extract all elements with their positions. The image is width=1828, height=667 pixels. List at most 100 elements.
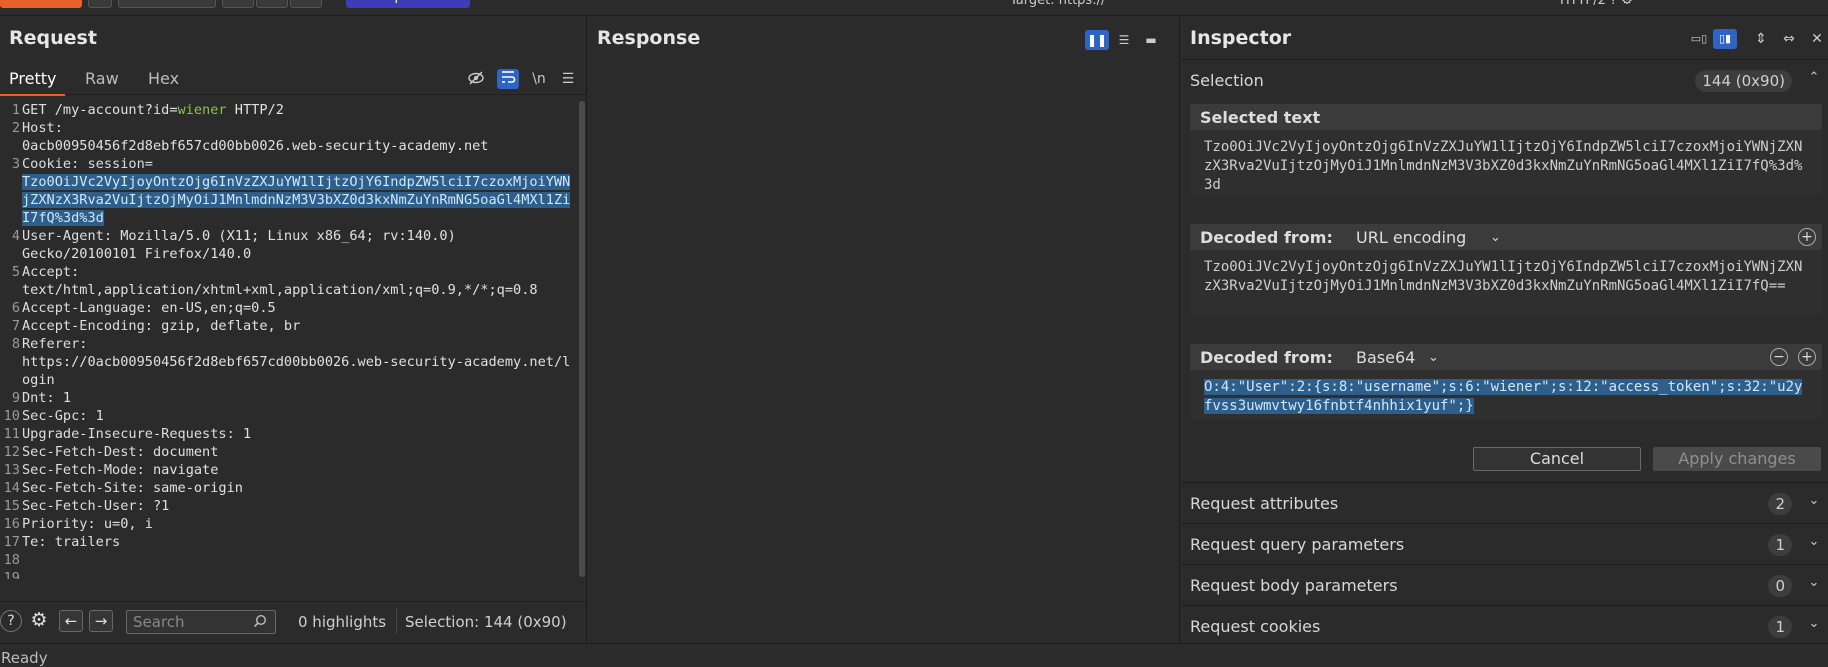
editor-line[interactable]: 9Dnt: 1 xyxy=(0,389,578,407)
cancel-button[interactable]: Cancel xyxy=(1473,447,1641,471)
editor-line[interactable]: 13Sec-Fetch-Mode: navigate xyxy=(0,461,578,479)
line-number: 1 xyxy=(0,101,22,119)
editor-line[interactable]: 7Accept-Encoding: gzip, deflate, br xyxy=(0,317,578,335)
chevron-down-icon-2[interactable]: ⌄ xyxy=(1428,350,1439,365)
search-prev-button[interactable]: ← xyxy=(59,610,83,632)
code-token: navigate xyxy=(153,462,218,478)
selection-label: Selection xyxy=(1190,71,1264,90)
apply-changes-button[interactable]: Apply changes xyxy=(1653,447,1821,471)
add-decoding-icon[interactable]: + xyxy=(1798,228,1816,246)
word-wrap-icon[interactable] xyxy=(497,69,519,89)
chevron-down-icon[interactable]: ⌄ xyxy=(1806,616,1822,631)
editor-line[interactable]: 5Accept: text/html,application/xhtml+xml… xyxy=(0,263,578,299)
editor-line[interactable]: 15Sec-Fetch-User: ?1 xyxy=(0,497,578,515)
toolbar-right-controls[interactable]: HTTP/2 ? ⚙ xyxy=(1560,0,1633,8)
decoding-select-base64[interactable]: Base64 xyxy=(1356,348,1415,367)
search-next-button[interactable]: → xyxy=(89,610,113,632)
editor-line[interactable]: 6Accept-Language: en-US,en;q=0.5 xyxy=(0,299,578,317)
editor-line[interactable]: 12Sec-Fetch-Dest: document xyxy=(0,443,578,461)
editor-scrollbar[interactable] xyxy=(578,101,586,579)
request-bottom-bar: ? ⚙ ← → 0 highlights Selection: 144 (0x9… xyxy=(0,601,587,637)
close-icon[interactable]: ✕ xyxy=(1807,29,1827,49)
tab-pretty[interactable]: Pretty xyxy=(9,69,56,88)
request-query-parameters-section[interactable]: Request query parameters 1 ⌄ xyxy=(1181,523,1828,563)
selected-text-label: Selected text xyxy=(1200,108,1320,127)
selected-text-value[interactable]: Tzo0OiJVc2VyIjoyOntzOjg6InVzZXJuYW1lIjtz… xyxy=(1190,130,1822,194)
decoded-url-header: Decoded from: URL encoding ⌄ + xyxy=(1190,224,1822,250)
line-number: 16 xyxy=(0,515,22,533)
expand-all-icon[interactable]: ⇕ xyxy=(1751,29,1771,49)
line-number: 3 xyxy=(0,155,22,227)
inspector-layout-toggle: ▭▯ ▯▮ xyxy=(1687,29,1739,49)
split-rows-icon[interactable]: ☰ xyxy=(1112,30,1136,50)
editor-line[interactable]: 14Sec-Fetch-Site: same-origin xyxy=(0,479,578,497)
editor-line[interactable]: 10Sec-Gpc: 1 xyxy=(0,407,578,425)
response-panel: Response ❚❚ ☰ ▬ xyxy=(588,17,1180,643)
cancel-request-button[interactable]: Cancel xyxy=(118,0,216,8)
decoded-from-label-2: Decoded from: xyxy=(1200,348,1333,367)
code-token: Referer: xyxy=(22,336,87,352)
collapse-all-icon[interactable]: ⇔ xyxy=(1779,29,1799,49)
editor-line[interactable]: 4User-Agent: Mozilla/5.0 (X11; Linux x86… xyxy=(0,227,578,263)
code-token: GET /my-account?id= xyxy=(22,102,178,118)
chevron-down-icon[interactable]: ⌄ xyxy=(1490,230,1501,245)
history-dropdown-button[interactable]: ▾ xyxy=(290,0,322,8)
send-button[interactable]: Send xyxy=(0,0,82,8)
line-content: Sec-Fetch-Mode: navigate xyxy=(22,461,578,479)
settings-gear-icon[interactable]: ⚙ xyxy=(88,0,112,8)
hide-nonprintable-icon[interactable] xyxy=(465,69,487,89)
inspector-layout-left-icon[interactable]: ▭▯ xyxy=(1687,29,1711,49)
line-number: 5 xyxy=(0,263,22,299)
code-token: trailers xyxy=(55,534,120,550)
tab-raw[interactable]: Raw xyxy=(85,69,119,88)
editor-line[interactable]: 18 xyxy=(0,551,578,569)
decoded-base64-value[interactable]: O:4:"User":2:{s:8:"username";s:6:"wiener… xyxy=(1190,370,1822,420)
editor-line[interactable]: 16Priority: u=0, i xyxy=(0,515,578,533)
inspector-layout-right-icon[interactable]: ▯▮ xyxy=(1713,29,1737,49)
decoded-base64-text: O:4:"User":2:{s:8:"username";s:6:"wiener… xyxy=(1204,379,1802,414)
editor-line[interactable]: 1GET /my-account?id=wiener HTTP/2 xyxy=(0,101,578,119)
decoding-select-url[interactable]: URL encoding xyxy=(1356,228,1466,247)
request-attributes-section[interactable]: Request attributes 2 ⌄ xyxy=(1181,482,1828,522)
menu-icon[interactable]: ☰ xyxy=(557,69,579,89)
request-body-parameters-section[interactable]: Request body parameters 0 ⌄ xyxy=(1181,564,1828,604)
editor-line[interactable]: 2Host: 0acb00950456f2d8ebf657cd00bb0026.… xyxy=(0,119,578,155)
line-number: 13 xyxy=(0,461,22,479)
chevron-up-icon[interactable]: ⌃ xyxy=(1806,70,1822,85)
burp-ai-button[interactable]: ✦ Burp AI xyxy=(346,0,470,8)
request-editor[interactable]: 1GET /my-account?id=wiener HTTP/22Host: … xyxy=(0,101,578,579)
chevron-down-icon[interactable]: ⌄ xyxy=(1806,493,1822,508)
help-icon[interactable]: ? xyxy=(0,610,22,632)
line-number: 4 xyxy=(0,227,22,263)
editor-line[interactable]: 8Referer: https://0acb00950456f2d8ebf657… xyxy=(0,335,578,389)
search-box xyxy=(126,610,276,634)
editor-line[interactable]: 3Cookie: session= Tzo0OiJVc2VyIjoyOntzOj… xyxy=(0,155,578,227)
tab-hex[interactable]: Hex xyxy=(148,69,179,88)
code-token: u=0, i xyxy=(104,516,153,532)
chevron-down-icon[interactable]: ⌄ xyxy=(1806,534,1822,549)
search-icon[interactable] xyxy=(253,614,269,630)
split-columns-icon[interactable]: ❚❚ xyxy=(1085,30,1109,50)
remove-decoding-icon[interactable]: − xyxy=(1770,348,1788,366)
newline-toggle-icon[interactable]: \n xyxy=(528,69,550,89)
add-decoding-icon-2[interactable]: + xyxy=(1798,348,1816,366)
line-content: GET /my-account?id=wiener HTTP/2 xyxy=(22,101,578,119)
selection-section[interactable]: Selection 144 (0x90) ⌃ xyxy=(1181,59,1828,99)
target-label[interactable]: Target: https:// xyxy=(1010,0,1105,8)
selected-text-header: Selected text xyxy=(1190,104,1822,130)
history-forward-button[interactable]: > xyxy=(256,0,288,8)
editor-line[interactable]: 19 xyxy=(0,569,578,579)
decoded-url-value[interactable]: Tzo0OiJVc2VyIjoyOntzOjg6InVzZXJuYW1lIjtz… xyxy=(1190,250,1822,314)
response-title: Response xyxy=(597,27,700,49)
chevron-down-icon[interactable]: ⌄ xyxy=(1806,575,1822,590)
single-pane-icon[interactable]: ▬ xyxy=(1139,30,1163,50)
gear-icon[interactable]: ⚙ xyxy=(28,610,50,632)
request-attributes-label: Request attributes xyxy=(1190,494,1338,513)
history-back-button[interactable]: < xyxy=(222,0,254,8)
request-cookies-section[interactable]: Request cookies 1 ⌄ xyxy=(1181,605,1828,645)
code-token: 1 xyxy=(96,408,104,424)
editor-line[interactable]: 17Te: trailers xyxy=(0,533,578,551)
editor-line[interactable]: 11Upgrade-Insecure-Requests: 1 xyxy=(0,425,578,443)
editor-scrollbar-thumb[interactable] xyxy=(579,101,585,577)
search-input[interactable] xyxy=(133,613,251,631)
